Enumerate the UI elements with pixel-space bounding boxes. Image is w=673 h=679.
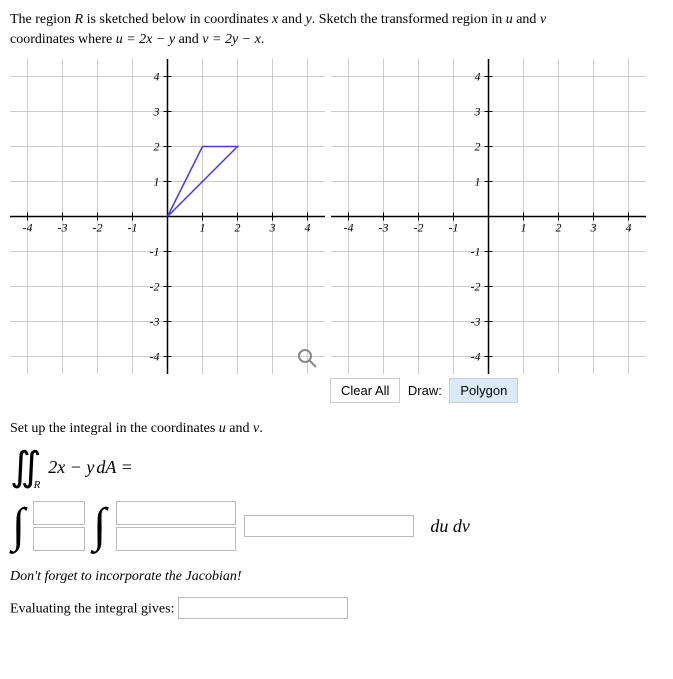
svg-text:2: 2 — [235, 221, 241, 235]
svg-text:-4: -4 — [471, 350, 481, 364]
var-u: u — [506, 12, 513, 27]
dudv-label: du dv — [430, 516, 470, 537]
svg-text:-1: -1 — [471, 245, 481, 259]
txt: The region — [10, 12, 75, 27]
integrand-input[interactable] — [244, 515, 414, 537]
plot-uv: -4 -3 -2 -1 1 2 3 4 -4 -3 -2 -1 1 2 3 4 — [331, 59, 646, 374]
svg-text:1: 1 — [154, 175, 160, 189]
plot-uv-svg[interactable]: -4 -3 -2 -1 1 2 3 4 -4 -3 -2 -1 1 2 3 4 — [331, 59, 646, 374]
integrand: 2x − y — [48, 457, 94, 478]
svg-text:-4: -4 — [344, 221, 354, 235]
txt: and — [175, 32, 202, 47]
svg-text:1: 1 — [521, 221, 527, 235]
svg-text:-2: -2 — [414, 221, 424, 235]
svg-text:-3: -3 — [471, 315, 481, 329]
jacobian-note: Don't forget to incorporate the Jacobian… — [10, 569, 663, 585]
inner-lower-limit-input[interactable] — [116, 527, 236, 551]
txt: . — [261, 32, 265, 47]
svg-text:-4: -4 — [23, 221, 33, 235]
evaluate-answer-input[interactable] — [178, 597, 348, 619]
svg-text:2: 2 — [556, 221, 562, 235]
txt: is sketched below in coordinates — [83, 12, 272, 27]
svg-text:1: 1 — [475, 175, 481, 189]
txt: Set up the integral in the coordinates — [10, 421, 219, 436]
txt: and — [513, 12, 540, 27]
svg-text:4: 4 — [154, 70, 160, 84]
region-R: R — [75, 12, 84, 27]
outer-upper-limit-input[interactable] — [33, 501, 85, 525]
polygon-tool-button[interactable]: Polygon — [449, 378, 518, 403]
svg-text:-3: -3 — [379, 221, 389, 235]
problem-statement: The region R is sketched below in coordi… — [10, 10, 663, 49]
evaluate-label: Evaluating the integral gives: — [10, 602, 178, 617]
svg-text:3: 3 — [474, 105, 481, 119]
var-u: u — [219, 421, 226, 436]
double-integral-icon: ∬ — [10, 447, 30, 487]
region-subscript: R — [34, 479, 41, 491]
txt: and — [226, 421, 253, 436]
svg-text:-4: -4 — [150, 350, 160, 364]
svg-text:-2: -2 — [93, 221, 103, 235]
double-integral-expression: ∬ R 2x − y dA = — [10, 447, 663, 487]
svg-text:-1: -1 — [150, 245, 160, 259]
svg-text:4: 4 — [305, 221, 311, 235]
var-v: v — [540, 12, 546, 27]
outer-lower-limit-input[interactable] — [33, 527, 85, 551]
svg-text:-3: -3 — [150, 315, 160, 329]
svg-text:3: 3 — [590, 221, 597, 235]
svg-text:3: 3 — [269, 221, 276, 235]
setup-prompt: Set up the integral in the coordinates u… — [10, 421, 663, 437]
eq-v: v = 2y − x — [202, 32, 261, 47]
inner-limits — [114, 501, 238, 551]
clear-all-button[interactable]: Clear All — [330, 378, 400, 403]
svg-text:-3: -3 — [58, 221, 68, 235]
svg-text:1: 1 — [200, 221, 206, 235]
svg-text:-2: -2 — [471, 280, 481, 294]
txt: coordinates where — [10, 32, 116, 47]
outer-limits — [33, 501, 85, 551]
plot-xy: -4 -3 -2 -1 1 2 3 4 -4 -3 -2 -1 1 2 3 4 — [10, 59, 325, 374]
svg-text:2: 2 — [475, 140, 481, 154]
svg-text:2: 2 — [154, 140, 160, 154]
inner-integral-icon: ∫ — [93, 502, 106, 550]
inner-upper-limit-input[interactable] — [116, 501, 236, 525]
outer-integral-icon: ∫ — [12, 502, 25, 550]
eq-u: u = 2x − y — [116, 32, 175, 47]
draw-toolbar: Clear All Draw: Polygon — [330, 378, 663, 403]
svg-text:4: 4 — [626, 221, 632, 235]
plot-xy-svg: -4 -3 -2 -1 1 2 3 4 -4 -3 -2 -1 1 2 3 4 — [10, 59, 325, 374]
iterated-integral-row: ∫ ∫ du dv — [10, 501, 663, 551]
dA-equals: dA = — [96, 457, 132, 478]
svg-text:-1: -1 — [128, 221, 138, 235]
txt: . Sketch the transformed region in — [312, 12, 506, 27]
svg-text:4: 4 — [475, 70, 481, 84]
svg-text:-2: -2 — [150, 280, 160, 294]
draw-label: Draw: — [408, 383, 442, 398]
evaluate-row: Evaluating the integral gives: — [10, 597, 663, 619]
svg-text:3: 3 — [153, 105, 160, 119]
svg-text:-1: -1 — [449, 221, 459, 235]
plots-row: -4-3-2-11234-4-3-2-11234 -4-3-2-11234-4-… — [10, 59, 663, 374]
txt: and — [278, 12, 305, 27]
txt: . — [259, 421, 263, 436]
